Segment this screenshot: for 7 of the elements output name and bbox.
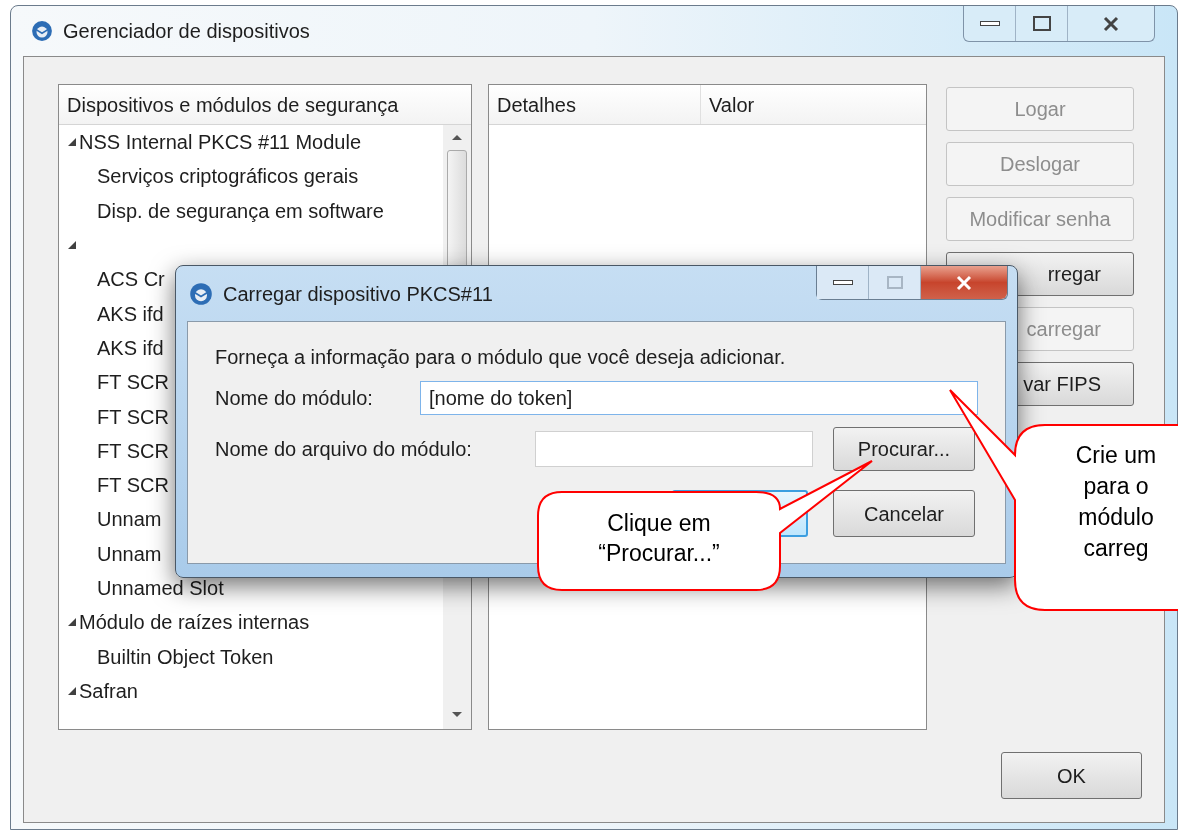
window-title: Gerenciador de dispositivos <box>63 19 310 44</box>
callout-text: Clique em “Procurar...” <box>597 509 721 568</box>
callout-text: Crie um para o módulo carreg <box>1074 441 1158 563</box>
field-label: Nome do módulo: <box>215 386 374 411</box>
field-label: Nome do arquivo do módulo: <box>215 437 473 462</box>
dialog-title: Carregar dispositivo PKCS#11 <box>223 281 493 307</box>
dialog-instruction: Forneça a informação para o módulo que você deseja adicionar. <box>215 345 787 370</box>
